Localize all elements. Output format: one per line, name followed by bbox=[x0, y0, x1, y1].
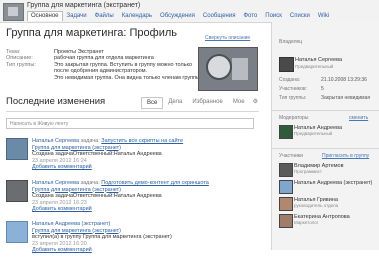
nav-tab-main[interactable]: Основное bbox=[27, 11, 63, 21]
top-bar: Группа для маркетинга (экстранет) Основн… bbox=[0, 0, 379, 23]
members-label: Участников: bbox=[279, 86, 307, 92]
nav-tab-messages[interactable]: Сообщения bbox=[199, 11, 240, 21]
feed-item: Наталья Сергеева задача: Запустить все с… bbox=[6, 138, 259, 180]
group-image bbox=[198, 47, 258, 91]
owner-role: Предварительный bbox=[295, 64, 334, 69]
feed-item-text: вступил(а) в группу Группа для маркетинг… bbox=[32, 234, 172, 240]
participant-row: Владимир Артемов Программист bbox=[279, 163, 379, 179]
moderator-avatar[interactable] bbox=[279, 125, 293, 139]
type-label: Тип группы: bbox=[279, 95, 307, 101]
add-comment-link[interactable]: Добавить комментарий bbox=[32, 164, 92, 170]
group-type-label: Тип группы: bbox=[6, 61, 36, 68]
owner-avatar[interactable] bbox=[279, 57, 294, 72]
participant-row: Наталья Андреева (экстранет) bbox=[279, 180, 379, 196]
participant-row: Екатерина Антропова Маркетолог bbox=[279, 214, 379, 230]
owner-name[interactable]: Наталья Сергеева bbox=[295, 57, 342, 63]
add-comment-link[interactable]: Добавить комментарий bbox=[32, 206, 92, 212]
feed-title: Последние изменения bbox=[6, 96, 106, 107]
add-comment-link[interactable]: Добавить комментарий bbox=[32, 247, 92, 253]
participant-role: руководитель отдела bbox=[294, 203, 339, 208]
nav-tab-search[interactable]: Поиск bbox=[261, 11, 286, 21]
group-link[interactable]: Группа для маркетинга (экстранет) bbox=[32, 145, 121, 151]
author-link[interactable]: Наталья Сергеева bbox=[32, 180, 79, 186]
collapse-description-link[interactable]: Свернуть описание bbox=[205, 35, 250, 41]
nav-tab-tasks[interactable]: Задачи bbox=[63, 11, 91, 21]
feed-divider bbox=[6, 111, 259, 112]
feed-item-date: 23 апреля 2012 16:20 bbox=[32, 240, 87, 247]
type-row: Тип группы: Закрытая невидимая bbox=[279, 95, 379, 101]
participant-role: Программист bbox=[294, 169, 322, 174]
members-row: Участников: 5 bbox=[279, 86, 324, 92]
moderator-row: Наталья Андреева Предварительный bbox=[279, 125, 379, 141]
nav-tab-photos[interactable]: Фото bbox=[239, 11, 261, 21]
participant-avatar[interactable] bbox=[279, 180, 293, 194]
feed-settings-icon[interactable]: ⚙ bbox=[250, 97, 261, 109]
feed-item-date: 23 апреля 2012 16:24 bbox=[32, 157, 87, 164]
participant-avatar[interactable] bbox=[279, 163, 293, 177]
feed-item-date: 23 апреля 2012 16:23 bbox=[32, 199, 87, 206]
participant-row: Наталья Гривина руководитель отдела bbox=[279, 197, 379, 213]
feed-item-text: Создана задачаОтветственный:Наталья Андр… bbox=[32, 193, 162, 199]
owner-header: Владелец bbox=[279, 39, 303, 45]
group-logo-icon bbox=[3, 3, 24, 21]
sidebar-divider bbox=[272, 148, 379, 149]
group-link[interactable]: Группа для маркетинга (экстранет) bbox=[32, 187, 121, 193]
author-link[interactable]: Наталья Сергеева bbox=[32, 138, 79, 144]
group-title: Группа для маркетинга (экстранет) bbox=[27, 2, 141, 9]
feed-tab-mine[interactable]: Мое bbox=[228, 97, 250, 109]
task-title-link[interactable]: Подготовить демо-контент для скриншота bbox=[101, 180, 209, 186]
members-value: 5 bbox=[321, 86, 324, 92]
visibility-label bbox=[6, 75, 54, 81]
participant-role: Маркетолог bbox=[294, 220, 319, 225]
participant-avatar[interactable] bbox=[279, 197, 293, 211]
nav-tab-discussions[interactable]: Обсуждения bbox=[156, 11, 199, 21]
author-avatar[interactable] bbox=[6, 180, 28, 202]
participant-avatar[interactable] bbox=[279, 214, 293, 228]
task-label: задача: bbox=[80, 138, 100, 144]
created-row: Создана: 21.10.2008 13:29:36 bbox=[279, 77, 367, 83]
sidebar-divider bbox=[272, 110, 379, 111]
feed-tab-all[interactable]: Все bbox=[141, 97, 164, 109]
author-avatar[interactable] bbox=[6, 138, 28, 160]
group-link[interactable]: Группа для маркетинга (экстранет) bbox=[32, 228, 121, 234]
group-type-value: Это закрытая группа. Вступить в группу м… bbox=[54, 61, 193, 75]
nav-tab-calendar[interactable]: Календарь bbox=[118, 11, 156, 21]
nav-tab-files[interactable]: Файлы bbox=[91, 11, 118, 21]
created-value: 21.10.2008 13:29:36 bbox=[321, 77, 367, 83]
invite-to-group-link[interactable]: Пригласить в группу bbox=[322, 153, 369, 159]
nav-tab-wiki[interactable]: Wiki bbox=[314, 11, 333, 21]
group-info: Тема: Проекты Экстранет Описание: рабочая … bbox=[6, 49, 202, 81]
author-avatar[interactable] bbox=[6, 221, 28, 243]
feed-tab-work[interactable]: Дела bbox=[163, 97, 187, 109]
page-title: Группа для маркетинга: Профиль bbox=[6, 27, 177, 39]
feed-tab-favorites[interactable]: Избранное bbox=[187, 97, 227, 109]
feed-tabs: Все Дела Избранное Мое ⚙ bbox=[141, 97, 261, 109]
participants-header: Участники bbox=[279, 153, 303, 159]
moderator-role: Предварительный bbox=[294, 131, 333, 136]
task-label: задача: bbox=[80, 180, 100, 186]
type-value: Закрытая невидимая bbox=[321, 95, 371, 101]
feed-item: Наталья Сергеева задача: Подготовить дем… bbox=[6, 180, 259, 222]
sidebar: Владелец Наталья Сергеева Предварительны… bbox=[271, 22, 379, 250]
feed-item: Наталья Андреева (экстранет) Группа для … bbox=[6, 221, 259, 263]
moderators-header: Модераторы bbox=[279, 115, 309, 121]
task-title-link[interactable]: Запустить все скрипты на сайте bbox=[101, 138, 183, 144]
author-link[interactable]: Наталья Андреева (экстранет) bbox=[32, 221, 110, 227]
feed-item-text: Создана задачаОтветственный:Наталья Андр… bbox=[32, 151, 162, 157]
change-moderators-link[interactable]: сменить bbox=[349, 115, 368, 121]
feed-post-input[interactable]: Написать в Живую ленту bbox=[6, 118, 254, 129]
visibility-value: Это невидимая группа. Она видна только ч… bbox=[54, 74, 202, 81]
group-nav: Основное Задачи Файлы Календарь Обсужден… bbox=[27, 11, 333, 21]
nav-tab-lists[interactable]: Списки bbox=[286, 11, 314, 21]
participant-name[interactable]: Наталья Андреева (экстранет) bbox=[294, 180, 372, 186]
created-label: Создана: bbox=[279, 77, 301, 83]
